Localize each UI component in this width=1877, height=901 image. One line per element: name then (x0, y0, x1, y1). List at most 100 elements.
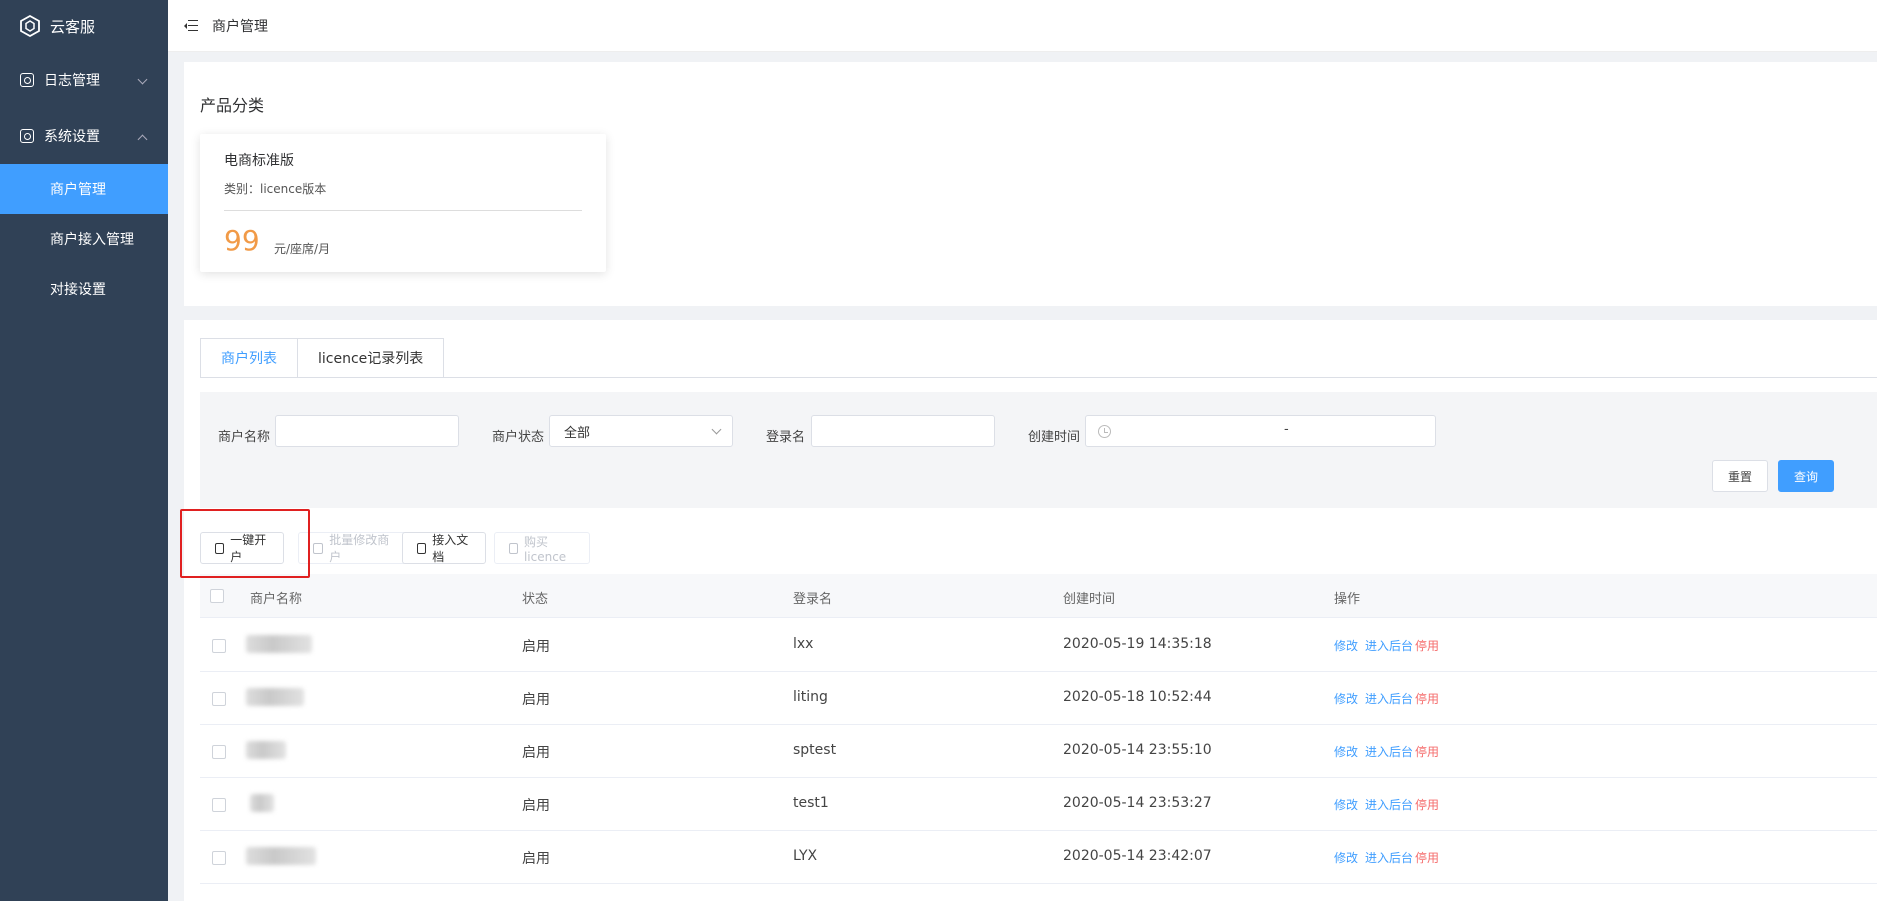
created-cell: 2020-05-14 23:53:27 (1063, 795, 1212, 811)
login-name-label: 登录名 (766, 430, 806, 445)
disable-link[interactable]: 停用 (1415, 743, 1439, 760)
disable-link[interactable]: 停用 (1415, 796, 1439, 813)
merchant-status-label: 商户状态 (492, 430, 545, 445)
edit-link[interactable]: 修改 (1334, 637, 1358, 654)
merchant-name-label: 商户名称 (218, 430, 271, 445)
sidebar-item-label: 对接设置 (50, 282, 106, 298)
column-header: 操作 (1334, 592, 1361, 607)
column-header: 状态 (522, 592, 549, 607)
product-card[interactable]: 电商标准版 类别：licence版本 99 元/座席/月 (200, 134, 606, 272)
table-row: 启用 liting 2020-05-18 10:52:44 修改 进入后台 停用 (200, 672, 1877, 725)
enter-backend-link[interactable]: 进入后台 (1365, 796, 1413, 813)
login-cell: liting (793, 689, 828, 705)
table-row: 启用 sptest 2020-05-14 23:55:10 修改 进入后台 停用 (200, 725, 1877, 778)
created-cell: 2020-05-14 23:55:10 (1063, 742, 1212, 758)
blurred-merchant-name (246, 847, 316, 865)
blurred-merchant-name (246, 688, 304, 706)
row-checkbox[interactable] (212, 639, 226, 653)
edit-link[interactable]: 修改 (1334, 690, 1358, 707)
sidebar-item-label: 商户接入管理 (50, 232, 134, 248)
enter-backend-link[interactable]: 进入后台 (1365, 690, 1413, 707)
cart-icon (509, 542, 518, 554)
tab-merchant-list[interactable]: 商户列表 (200, 338, 298, 378)
tab-licence-records[interactable]: licence记录列表 (298, 338, 445, 378)
row-checkbox[interactable] (212, 851, 226, 865)
batch-edit-button[interactable]: 批量修改商户 (298, 532, 410, 564)
price-unit: 元/座席/月 (274, 242, 331, 256)
column-header: 创建时间 (1063, 592, 1116, 607)
edit-link[interactable]: 修改 (1334, 743, 1358, 760)
edit-link[interactable]: 修改 (1334, 849, 1358, 866)
product-category-panel: 产品分类 电商标准版 类别：licence版本 99 元/座席/月 (184, 62, 1877, 306)
top-header: 商户管理 (168, 0, 1877, 52)
menu-system-settings[interactable]: 系统设置 (0, 108, 168, 164)
chevron-down-icon (137, 74, 148, 85)
merchant-list-panel: 商户列表 licence记录列表 商户名称 商户状态 全部 登录名 创建时间 -… (184, 320, 1877, 901)
hexagon-logo-icon (20, 15, 40, 37)
section-title: 产品分类 (200, 96, 265, 115)
sidebar-item-label: 商户管理 (50, 182, 106, 198)
created-cell: 2020-05-19 14:35:18 (1063, 636, 1212, 652)
login-cell: lxx (793, 636, 814, 652)
login-name-input[interactable] (811, 415, 995, 447)
batch-edit-icon (313, 542, 324, 554)
tab-bar: 商户列表 licence记录列表 (200, 338, 445, 378)
app-logo[interactable]: 云客服 (0, 0, 168, 52)
login-cell: LYX (793, 848, 818, 864)
disable-link[interactable]: 停用 (1415, 849, 1439, 866)
log-icon (20, 73, 34, 87)
created-time-range-picker[interactable]: - (1085, 415, 1436, 447)
divider (200, 377, 1877, 378)
row-checkbox[interactable] (212, 692, 226, 706)
status-cell: 启用 (522, 745, 550, 761)
status-cell: 启用 (522, 851, 550, 867)
sidebar-item-integration-settings[interactable]: 对接设置 (0, 264, 168, 314)
product-name: 电商标准版 (224, 153, 294, 169)
button-label: 购买licence (523, 534, 567, 564)
buy-licence-button[interactable]: 购买licence (494, 532, 590, 564)
enter-backend-link[interactable]: 进入后台 (1365, 849, 1413, 866)
sidebar-item-merchant-management[interactable]: 商户管理 (0, 164, 168, 214)
select-all-checkbox[interactable] (210, 589, 224, 603)
created-time-label: 创建时间 (1028, 430, 1081, 445)
menu-collapse-icon[interactable] (184, 19, 198, 32)
table-row: 启用 LYX 2020-05-14 23:42:07 修改 进入后台 停用 (200, 831, 1877, 884)
table-row: 启用 test1 2020-05-14 23:53:27 修改 进入后台 停用 (200, 778, 1877, 831)
menu-group-label: 系统设置 (44, 129, 100, 145)
row-checkbox[interactable] (212, 798, 226, 812)
row-checkbox[interactable] (212, 745, 226, 759)
disable-link[interactable]: 停用 (1415, 637, 1439, 654)
breadcrumb: 商户管理 (212, 18, 268, 35)
disable-link[interactable]: 停用 (1415, 690, 1439, 707)
login-cell: test1 (793, 795, 829, 811)
settings-icon (20, 129, 34, 143)
edit-link[interactable]: 修改 (1334, 796, 1358, 813)
clock-icon (1098, 425, 1111, 438)
product-category: 类别：licence版本 (224, 182, 327, 196)
selected-value: 全部 (564, 425, 591, 441)
menu-group-label: 日志管理 (44, 73, 100, 89)
divider (224, 210, 582, 211)
date-separator: - (1284, 422, 1289, 437)
status-cell: 启用 (522, 639, 550, 655)
product-price: 99 (224, 224, 260, 257)
column-header: 登录名 (793, 592, 833, 607)
created-cell: 2020-05-14 23:42:07 (1063, 848, 1212, 864)
merchant-name-input[interactable] (275, 415, 459, 447)
column-header: 商户名称 (250, 592, 303, 607)
table-row: 启用 lxx 2020-05-19 14:35:18 修改 进入后台 停用 (200, 619, 1877, 672)
reset-button[interactable]: 重置 (1712, 460, 1768, 492)
button-label: 批量修改商户 (329, 533, 390, 564)
sidebar-item-merchant-access[interactable]: 商户接入管理 (0, 214, 168, 264)
menu-log-management[interactable]: 日志管理 (0, 52, 168, 108)
highlight-annotation (180, 509, 310, 578)
enter-backend-link[interactable]: 进入后台 (1365, 743, 1413, 760)
access-doc-button[interactable]: 接入文档 (402, 532, 486, 564)
query-button[interactable]: 查询 (1778, 460, 1834, 492)
blurred-merchant-name (246, 741, 286, 759)
enter-backend-link[interactable]: 进入后台 (1365, 637, 1413, 654)
document-icon (417, 542, 427, 554)
chevron-up-icon (137, 134, 148, 145)
merchant-status-select[interactable]: 全部 (549, 415, 733, 447)
blurred-merchant-name (246, 635, 312, 653)
